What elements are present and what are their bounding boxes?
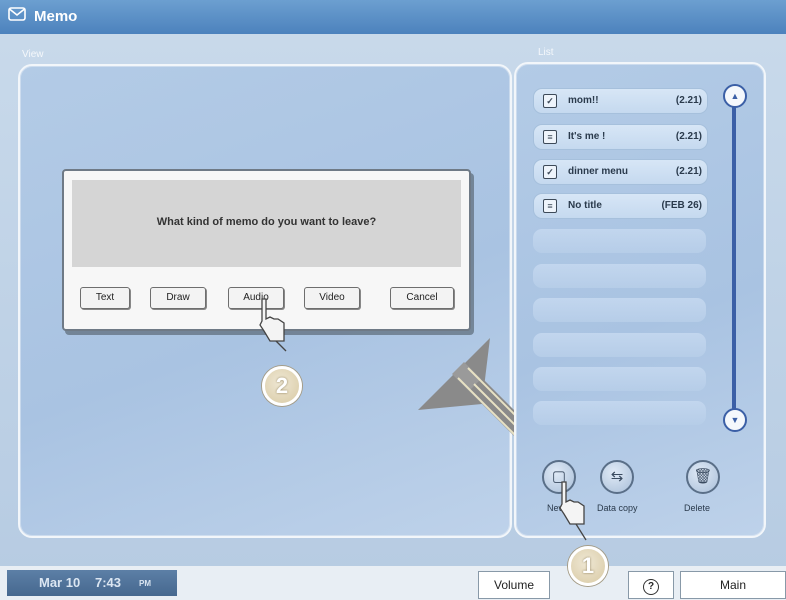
time-text: 7:43 [95, 575, 122, 590]
empty-list-slot [533, 333, 706, 357]
delete-label: Delete [684, 503, 711, 513]
checked-memo-icon: ✓ [543, 165, 557, 179]
envelope-icon [8, 7, 26, 25]
list-item-title: No title [568, 200, 602, 211]
text-button[interactable]: Text [80, 287, 130, 309]
list-item[interactable]: ≡ No title (FEB 26) [533, 193, 708, 219]
title-bar: Memo [0, 0, 786, 34]
list-item-date: (2.21) [675, 95, 702, 106]
list-item[interactable]: ✓ mom!! (2.21) [533, 88, 708, 114]
copy-icon: ⇆ [610, 468, 624, 485]
scroll-up-icon[interactable]: ▲ [723, 84, 747, 108]
empty-list-slot [533, 229, 706, 253]
draw-button[interactable]: Draw [150, 287, 206, 309]
app-title: Memo [34, 8, 78, 25]
list-item-title: mom!! [568, 95, 599, 106]
empty-list-slot [533, 264, 706, 288]
list-item-title: dinner menu [568, 166, 629, 177]
hand-cursor-icon [259, 298, 287, 352]
main-button[interactable]: Main [680, 571, 786, 599]
list-item-date: (2.21) [675, 166, 702, 177]
cancel-button[interactable]: Cancel [390, 287, 454, 309]
list-item[interactable]: ✓ dinner menu (2.21) [533, 159, 708, 185]
list-label: List [538, 47, 554, 58]
date-time-display: Mar 10 7:43 PM [7, 570, 177, 596]
scrollbar-track[interactable] [732, 100, 736, 410]
empty-list-slot [533, 367, 706, 391]
video-button[interactable]: Video [304, 287, 360, 309]
trash-icon: 🗑 [693, 468, 713, 485]
help-button[interactable]: ? [628, 571, 674, 599]
volume-button[interactable]: Volume [478, 571, 550, 599]
memo-icon: ≡ [543, 130, 557, 144]
step-2-callout: 2 [262, 366, 302, 406]
empty-list-slot [533, 401, 706, 425]
step-1-callout: 1 [568, 546, 608, 586]
date-text: Mar 10 [39, 575, 81, 590]
help-icon: ? [643, 579, 659, 595]
data-copy-button[interactable]: ⇆ [600, 460, 634, 494]
delete-button[interactable]: 🗑 [686, 460, 720, 494]
dialog-message-area: What kind of memo do you want to leave? [72, 180, 461, 267]
checked-memo-icon: ✓ [543, 94, 557, 108]
view-label: View [22, 49, 44, 60]
dialog-question: What kind of memo do you want to leave? [156, 216, 377, 228]
empty-list-slot [533, 298, 706, 322]
ampm-text: PM [139, 579, 151, 588]
list-item[interactable]: ≡ It's me ! (2.21) [533, 124, 708, 150]
memo-icon: ≡ [543, 199, 557, 213]
list-item-date: (2.21) [675, 131, 702, 142]
scroll-down-icon[interactable]: ▼ [723, 408, 747, 432]
list-item-title: It's me ! [568, 131, 606, 142]
data-copy-label: Data copy [597, 503, 638, 513]
list-item-date: (FEB 26) [661, 200, 702, 211]
hand-cursor-icon [559, 481, 587, 541]
